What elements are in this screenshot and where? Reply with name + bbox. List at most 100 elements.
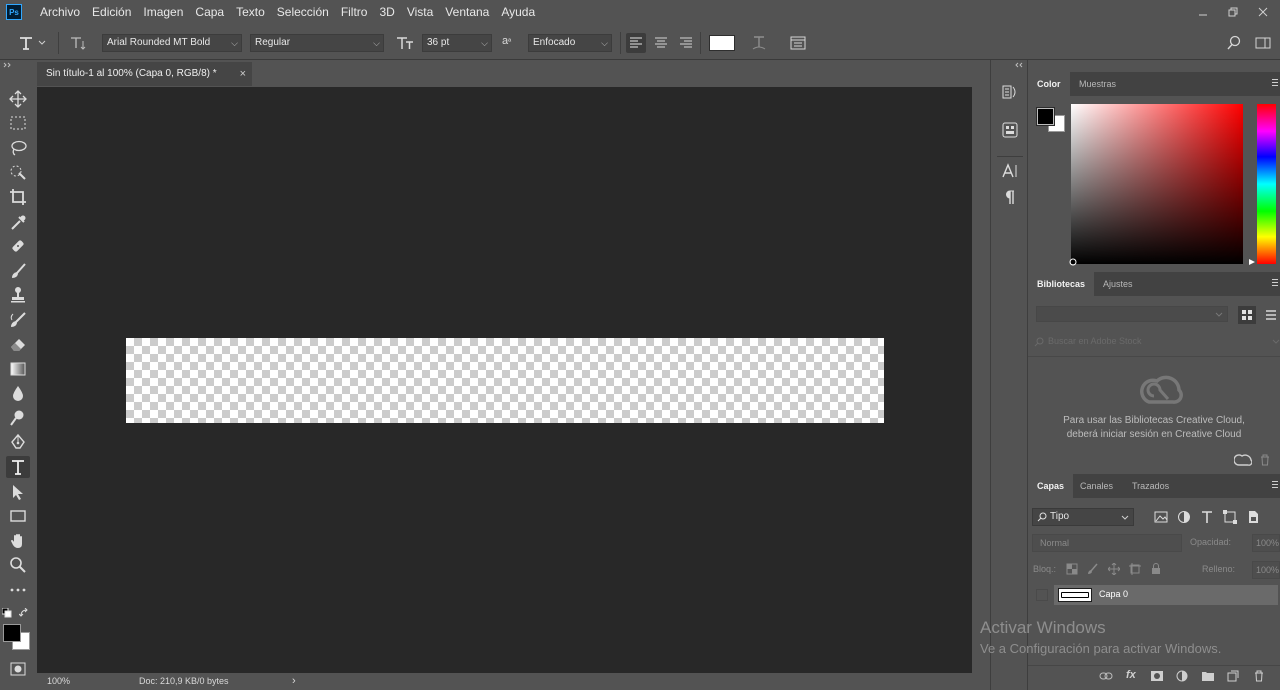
menu-imagen[interactable]: Imagen xyxy=(137,0,189,24)
document-tab[interactable]: Sin título-1 al 100% (Capa 0, RGB/8) * × xyxy=(37,62,252,86)
paragraph-panel-button[interactable] xyxy=(1000,187,1020,207)
list-view-button[interactable] xyxy=(1262,306,1280,324)
menu-edicion[interactable]: Edición xyxy=(86,0,137,24)
link-layers-icon[interactable] xyxy=(1099,670,1113,682)
creative-cloud-sync-icon[interactable] xyxy=(1234,453,1252,467)
lock-position-icon[interactable] xyxy=(1108,563,1120,575)
character-panel-button[interactable] xyxy=(789,34,807,52)
panel-menu-icon[interactable] xyxy=(1272,79,1278,88)
lasso-tool[interactable] xyxy=(6,137,30,159)
healing-tool[interactable] xyxy=(6,235,30,257)
lock-artboard-icon[interactable] xyxy=(1129,563,1141,575)
eraser-tool[interactable] xyxy=(6,333,30,355)
crop-tool[interactable] xyxy=(6,186,30,208)
lock-transparency-icon[interactable] xyxy=(1066,563,1078,575)
dodge-tool[interactable] xyxy=(6,407,30,429)
blend-mode-select[interactable]: Normal xyxy=(1032,534,1182,552)
grid-view-button[interactable] xyxy=(1238,306,1256,324)
eyedropper-tool[interactable] xyxy=(6,211,30,233)
opacity-field[interactable]: 100% xyxy=(1252,534,1280,552)
font-size-field[interactable]: 36 pt ⌵ xyxy=(422,34,492,52)
hand-tool[interactable] xyxy=(6,530,30,552)
tab-color[interactable]: Color xyxy=(1028,72,1070,96)
trash-icon[interactable] xyxy=(1259,454,1271,466)
delete-layer-icon[interactable] xyxy=(1253,670,1265,682)
hue-slider[interactable] xyxy=(1257,104,1276,264)
stamp-tool[interactable] xyxy=(6,284,30,306)
lock-pixels-icon[interactable] xyxy=(1087,563,1099,575)
menu-texto[interactable]: Texto xyxy=(230,0,271,24)
align-center-button[interactable] xyxy=(651,33,671,53)
document-canvas-transparent[interactable] xyxy=(126,338,884,423)
properties-panel-button[interactable] xyxy=(1000,120,1020,140)
stock-search-field[interactable]: Buscar en Adobe Stock xyxy=(1032,334,1280,350)
warp-text-button[interactable] xyxy=(750,34,768,52)
history-panel-button[interactable] xyxy=(1000,82,1020,102)
swap-colors-icon[interactable] xyxy=(19,608,29,618)
quick-mask-button[interactable] xyxy=(6,658,30,680)
filter-shape-icon[interactable] xyxy=(1223,510,1237,524)
menu-vista[interactable]: Vista xyxy=(401,0,439,24)
adjustment-layer-icon[interactable] xyxy=(1176,670,1188,682)
canvas-area[interactable] xyxy=(37,87,972,673)
panel-menu-icon[interactable] xyxy=(1272,481,1278,490)
antialias-select[interactable]: Enfocado ⌵ xyxy=(528,34,612,52)
zoom-tool[interactable] xyxy=(6,554,30,576)
quick-select-tool[interactable] xyxy=(6,161,30,183)
move-tool[interactable] xyxy=(6,88,30,110)
marquee-tool[interactable] xyxy=(6,112,30,134)
layer-name[interactable]: Capa 0 xyxy=(1099,589,1128,599)
layer-row[interactable]: Capa 0 xyxy=(1054,585,1278,605)
collapse-icon[interactable] xyxy=(1013,62,1023,68)
fill-field[interactable]: 100% xyxy=(1252,561,1280,579)
default-colors-icon[interactable] xyxy=(2,608,12,618)
minimize-button[interactable] xyxy=(1188,0,1218,24)
lock-all-icon[interactable] xyxy=(1150,563,1162,575)
menu-seleccion[interactable]: Selección xyxy=(271,0,335,24)
toggle-text-orientation-button[interactable] xyxy=(68,35,86,51)
foreground-color-swatch[interactable] xyxy=(3,624,21,642)
menu-filtro[interactable]: Filtro xyxy=(335,0,374,24)
collapse-icon[interactable] xyxy=(3,62,13,68)
layer-mask-icon[interactable] xyxy=(1150,670,1164,682)
color-picker-field[interactable] xyxy=(1071,104,1243,264)
tab-trazados[interactable]: Trazados xyxy=(1123,474,1178,498)
font-style-select[interactable]: Regular ⌵ xyxy=(250,34,384,52)
align-left-button[interactable] xyxy=(626,33,646,53)
menu-ventana[interactable]: Ventana xyxy=(439,0,495,24)
layer-filter-select[interactable]: Tipo xyxy=(1032,508,1134,526)
new-group-icon[interactable] xyxy=(1201,670,1215,682)
foreground-color-swatch[interactable] xyxy=(1036,107,1055,126)
tab-ajustes[interactable]: Ajustes xyxy=(1094,272,1142,296)
more-tools-button[interactable] xyxy=(6,579,30,601)
filter-pixel-icon[interactable] xyxy=(1154,510,1168,524)
gradient-tool[interactable] xyxy=(6,358,30,380)
tab-canales[interactable]: Canales xyxy=(1071,474,1122,498)
tab-muestras[interactable]: Muestras xyxy=(1070,72,1125,96)
blur-tool[interactable] xyxy=(6,382,30,404)
text-color-swatch[interactable] xyxy=(709,35,735,51)
rectangle-tool[interactable] xyxy=(6,505,30,527)
search-button[interactable] xyxy=(1226,35,1242,51)
close-window-button[interactable] xyxy=(1248,0,1278,24)
type-tool[interactable] xyxy=(6,456,30,478)
close-tab-icon[interactable]: × xyxy=(240,62,246,86)
tab-bibliotecas[interactable]: Bibliotecas xyxy=(1028,272,1095,296)
vertical-scrollbar[interactable] xyxy=(972,87,990,673)
align-right-button[interactable] xyxy=(676,33,696,53)
menu-capa[interactable]: Capa xyxy=(189,0,230,24)
panel-menu-icon[interactable] xyxy=(1272,279,1278,288)
tool-preset-picker[interactable] xyxy=(18,34,50,52)
history-brush-tool[interactable] xyxy=(6,309,30,331)
new-layer-icon[interactable] xyxy=(1227,670,1239,682)
menu-3d[interactable]: 3D xyxy=(373,0,400,24)
workspace-button[interactable] xyxy=(1254,34,1272,52)
layer-visibility-toggle[interactable] xyxy=(1036,589,1048,601)
library-select[interactable] xyxy=(1036,306,1228,322)
menu-archivo[interactable]: Archivo xyxy=(34,0,86,24)
filter-adjustment-icon[interactable] xyxy=(1177,510,1191,524)
filter-type-icon[interactable] xyxy=(1200,510,1214,524)
brush-tool[interactable] xyxy=(6,260,30,282)
menu-ayuda[interactable]: Ayuda xyxy=(495,0,541,24)
hue-slider-handle-icon[interactable] xyxy=(1248,258,1256,266)
